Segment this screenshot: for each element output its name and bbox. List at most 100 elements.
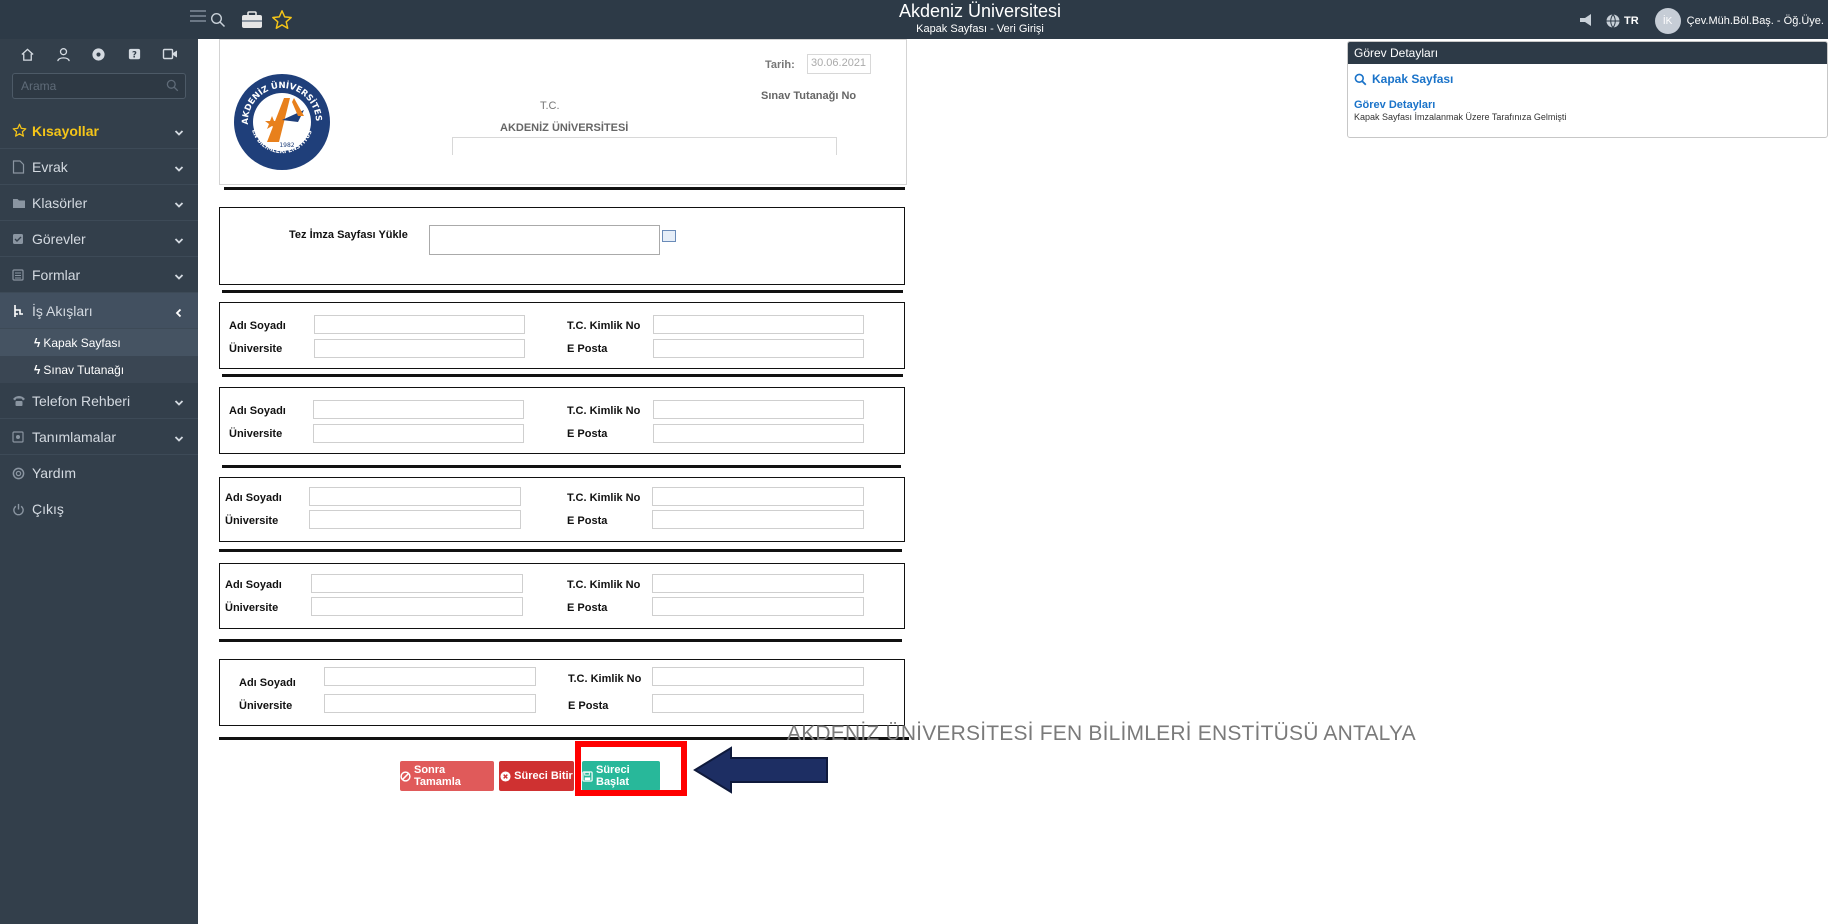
sidebar-subitem-label: Kapak Sayfası: [43, 335, 121, 350]
person-block-4: Adı Soyadı T.C. Kimlik No Üniversite E P…: [219, 563, 905, 629]
settings-circle-icon[interactable]: [91, 47, 127, 62]
sidebar-item-tanimlamalar[interactable]: Tanımlamalar: [0, 419, 198, 455]
hamburger-menu-icon[interactable]: [190, 10, 206, 24]
sidebar-item-label: Evrak: [32, 158, 68, 175]
complete-later-label: Sonra Tamamla: [414, 764, 461, 788]
sidebar-item-formlar[interactable]: Formlar: [0, 257, 198, 293]
power-icon: [12, 503, 32, 516]
sidebar-item-label: Tanımlamalar: [32, 428, 117, 445]
sidebar-item-evrak[interactable]: Evrak: [0, 149, 198, 185]
university-field-label: Üniversite: [239, 700, 293, 712]
university-input[interactable]: [309, 510, 521, 529]
sidebar-item-label: İş Akışları: [32, 302, 93, 319]
section-divider: [219, 639, 902, 642]
sidebar-item-gorevler[interactable]: Görevler: [0, 221, 198, 257]
globe-icon[interactable]: TR: [1605, 13, 1639, 29]
sidebar-subitem-sinav-tutanagi[interactable]: ϟ Sınav Tutanağı: [0, 356, 198, 383]
task-details-panel: Görev Detayları Kapak Sayfası Görev Deta…: [1347, 41, 1828, 138]
sidebar-item-cikis[interactable]: Çıkış: [0, 491, 198, 527]
chevron-left-icon: [174, 305, 184, 321]
user-icon[interactable]: [56, 47, 92, 62]
sidebar-subitem-kapak-sayfasi[interactable]: ϟ Kapak Sayfası: [0, 329, 198, 356]
upload-section: Tez İmza Sayfası Yükle: [219, 207, 905, 285]
top-bar: Akdeniz Üniversitesi Kapak Sayfası - Ver…: [0, 0, 1828, 39]
email-input[interactable]: [652, 597, 864, 616]
favorite-star-icon[interactable]: [270, 8, 294, 32]
upload-label: Tez İmza Sayfası Yükle: [289, 229, 408, 241]
exam-record-label: Sınav Tutanağı No: [761, 90, 857, 102]
upload-file-input[interactable]: [429, 225, 660, 255]
help-box-icon[interactable]: ?: [127, 47, 163, 62]
tc-id-input[interactable]: [653, 400, 864, 419]
home-icon[interactable]: [20, 47, 56, 62]
university-field-label: Üniversite: [225, 602, 279, 614]
university-input[interactable]: [324, 694, 536, 713]
email-label: E Posta: [568, 700, 609, 712]
tc-id-input[interactable]: [653, 315, 864, 334]
sidebar-item-label: Telefon Rehberi: [32, 392, 131, 409]
sidebar-item-kisayollar[interactable]: Kısayollar: [0, 113, 198, 149]
name-input[interactable]: [314, 315, 525, 334]
user-area: TR İK Çev.Müh.Böl.Baş. - Öğ.Üye.: [1569, 8, 1824, 34]
briefcase-icon[interactable]: [240, 8, 264, 32]
university-field-label: Üniversite: [229, 343, 283, 355]
tc-id-label: T.C. Kimlik No: [567, 320, 641, 332]
pointer-arrow-icon: [693, 746, 828, 794]
user-role[interactable]: Çev.Müh.Böl.Baş. - Öğ.Üye.: [1687, 15, 1824, 27]
svg-text:1982: 1982: [279, 142, 294, 149]
panel-cover-link[interactable]: Kapak Sayfası: [1354, 72, 1821, 86]
email-input[interactable]: [653, 424, 864, 443]
university-input[interactable]: [314, 339, 525, 358]
tc-id-input[interactable]: [652, 574, 864, 593]
language-label[interactable]: TR: [1624, 15, 1639, 27]
email-input[interactable]: [652, 510, 864, 529]
sidebar-item-klasorler[interactable]: Klasörler: [0, 185, 198, 221]
sidebar-submenu-is-akislari: ϟ Kapak Sayfası ϟ Sınav Tutanağı: [0, 329, 198, 383]
email-label: E Posta: [567, 428, 608, 440]
university-logo: AKDENİZ ÜNİVERSİTESİ FEN BİLİMLERİ ENSTİ…: [230, 64, 332, 172]
footer-watermark: AKDENİZ ÜNİVERSİTESİ FEN BİLİMLERİ ENSTİ…: [787, 722, 1416, 745]
sidebar-item-yardim[interactable]: Yardım: [0, 455, 198, 491]
panel-link-label: Kapak Sayfası: [1372, 72, 1454, 86]
announcement-icon[interactable]: [1579, 13, 1595, 30]
name-input[interactable]: [324, 667, 536, 686]
person-block-1: Adı Soyadı T.C. Kimlik No Üniversite E P…: [219, 302, 905, 369]
finish-process-button[interactable]: Süreci Bitir: [499, 761, 574, 791]
tc-id-label: T.C. Kimlik No: [568, 673, 642, 685]
sidebar-item-is-akislari[interactable]: İş Akışları: [0, 293, 198, 329]
search-icon[interactable]: [166, 79, 179, 97]
name-input[interactable]: [311, 574, 523, 593]
name-input[interactable]: [309, 487, 521, 506]
name-input[interactable]: [313, 400, 524, 419]
search-icon: [1354, 73, 1367, 86]
sidebar-item-telefon-rehberi[interactable]: Telefon Rehberi: [0, 383, 198, 419]
name-label: Adı Soyadı: [229, 405, 286, 417]
chevron-down-icon: [174, 233, 184, 249]
avatar[interactable]: İK: [1654, 8, 1681, 34]
settings-icon: [12, 430, 32, 443]
sidebar-item-label: Çıkış: [32, 501, 64, 517]
tc-id-input[interactable]: [652, 487, 864, 506]
date-field[interactable]: 30.06.2021: [807, 54, 871, 74]
name-label: Adı Soyadı: [239, 677, 296, 689]
sidebar-quick-icons: ?: [0, 39, 198, 69]
sidebar-search-input[interactable]: [13, 74, 153, 98]
sidebar-search: [12, 73, 186, 99]
panel-description: Kapak Sayfası İmzalanmak Üzere Tarafınız…: [1354, 112, 1567, 122]
page-title: Akdeniz Üniversitesi Kapak Sayfası - Ver…: [660, 0, 1300, 36]
email-input[interactable]: [652, 694, 864, 713]
name-label: Adı Soyadı: [225, 579, 282, 591]
email-input[interactable]: [653, 339, 864, 358]
person-block-2: Adı Soyadı T.C. Kimlik No Üniversite E P…: [219, 387, 905, 454]
file-browse-icon[interactable]: [662, 230, 676, 242]
form-icon: [12, 268, 32, 281]
search-icon[interactable]: [206, 8, 230, 32]
university-input[interactable]: [313, 424, 524, 443]
tc-id-input[interactable]: [652, 667, 864, 686]
complete-later-button[interactable]: Sonra Tamamla: [400, 761, 494, 791]
workflow-icon: [12, 304, 32, 318]
document-icon: [12, 159, 32, 174]
video-icon[interactable]: [162, 47, 198, 61]
bolt-icon: ϟ: [34, 335, 41, 350]
university-input[interactable]: [311, 597, 523, 616]
